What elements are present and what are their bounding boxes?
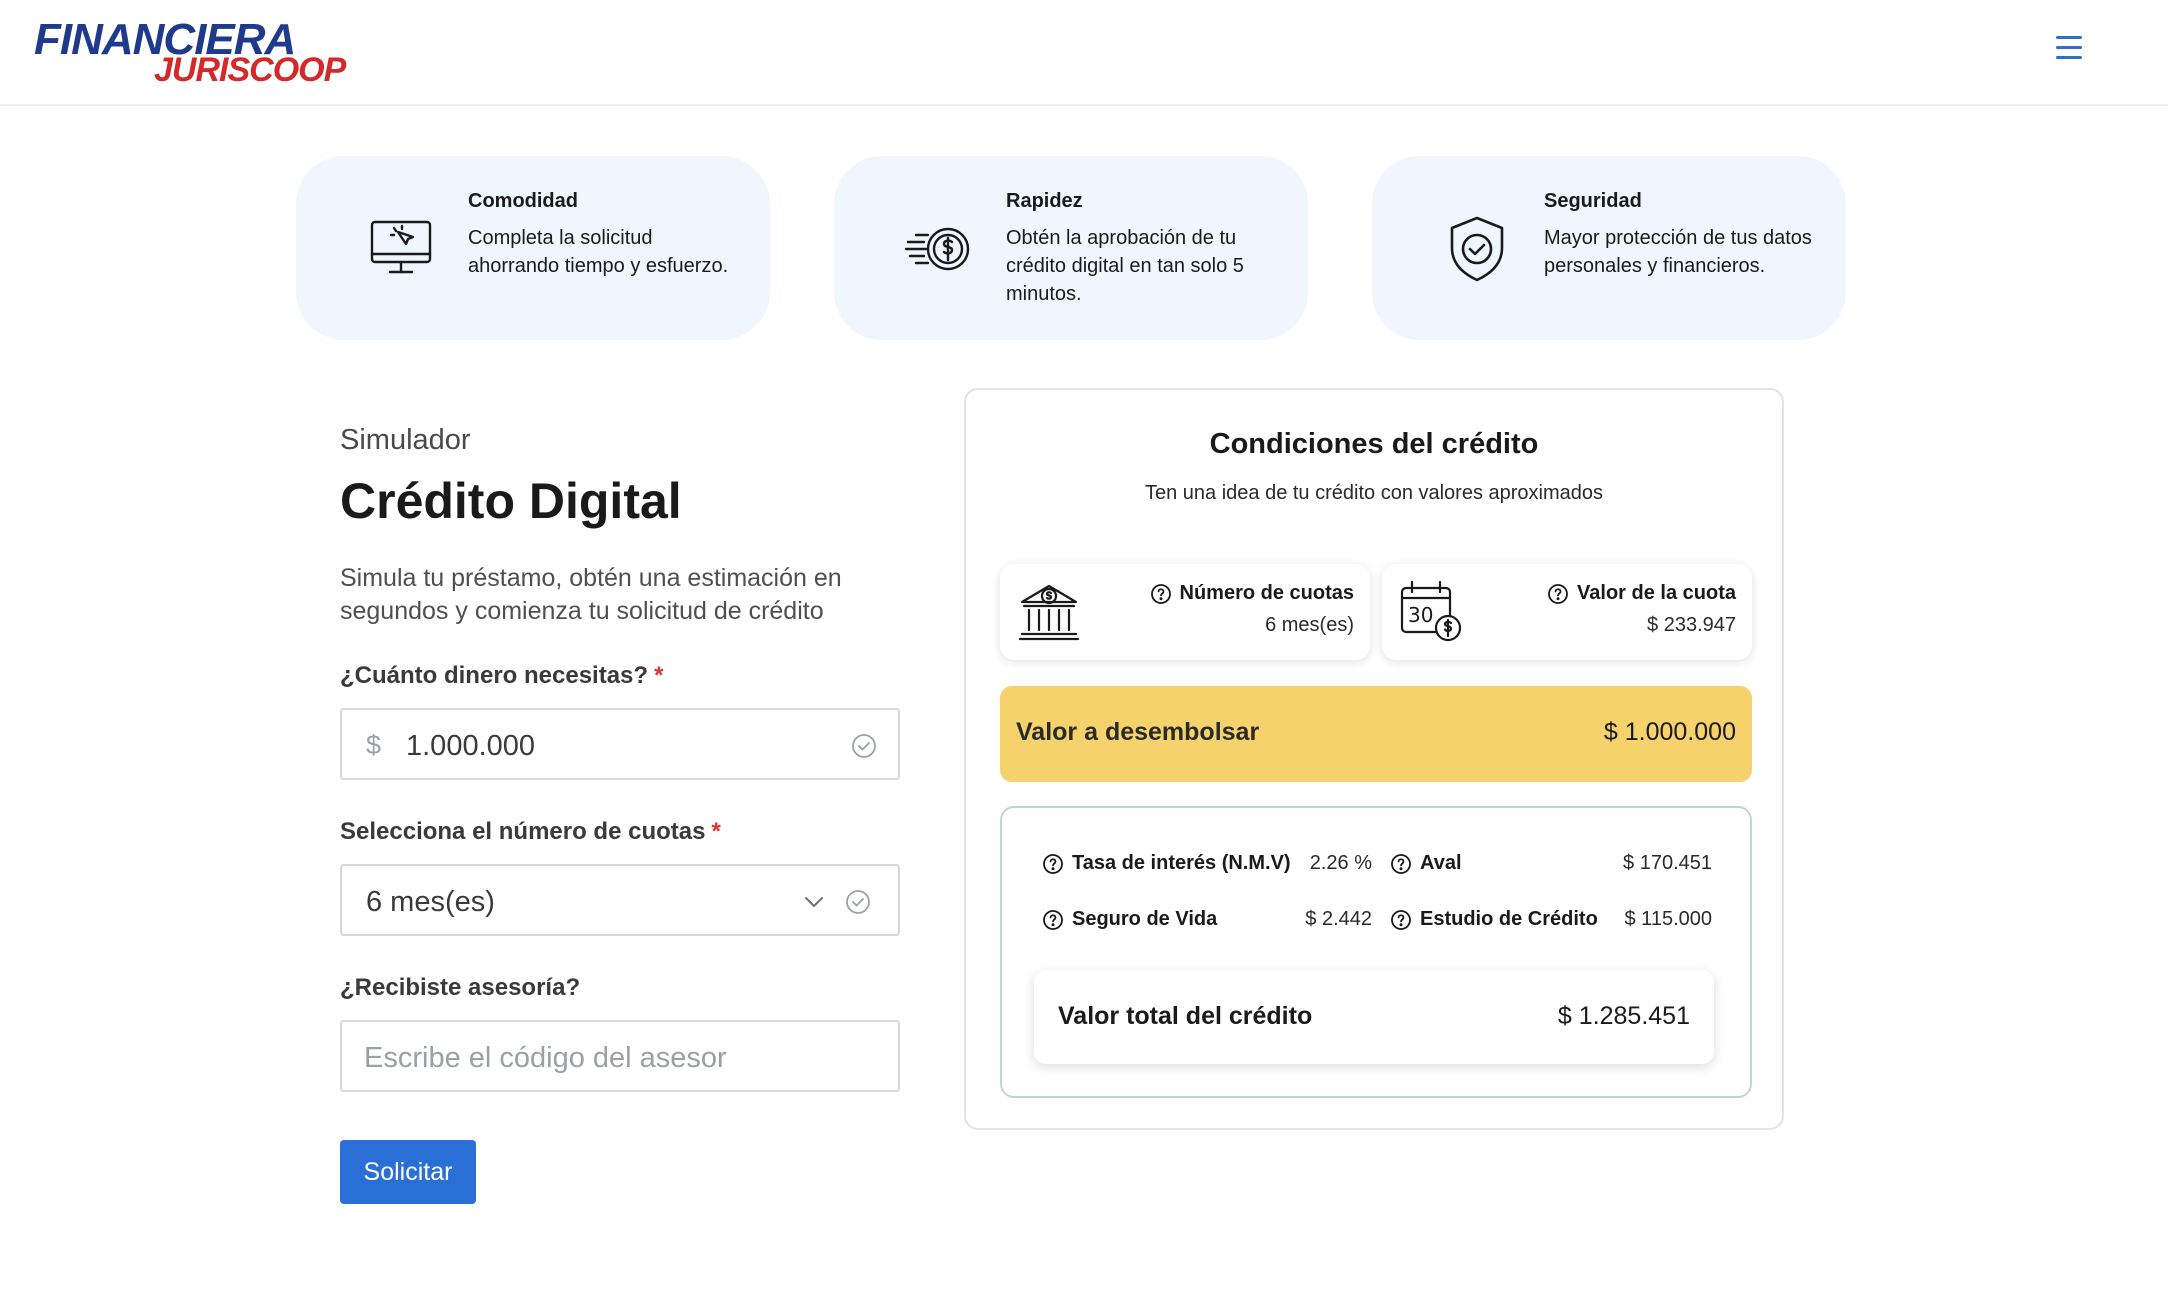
feature-text: Mayor protección de tus datos personales… — [1544, 227, 1812, 277]
section-eyebrow: Simulador — [340, 424, 471, 456]
amount-value[interactable]: 1.000.000 — [406, 730, 535, 763]
credit-study-label: Estudio de Crédito — [1390, 908, 1598, 931]
help-icon[interactable] — [1042, 909, 1064, 931]
panel-subtitle: Ten una idea de tu crédito con valores a… — [1144, 482, 1604, 504]
help-icon[interactable] — [1150, 583, 1172, 605]
calendar-coin-icon: 30 — [1400, 580, 1462, 642]
credit-study-label-text: Estudio de Crédito — [1420, 908, 1598, 930]
installment-value-label: Valor de la cuota — [1547, 582, 1736, 605]
advisor-code-input[interactable]: Escribe el código del asesor — [340, 1020, 900, 1092]
advisor-label: ¿Recibiste asesoría? — [340, 974, 581, 1001]
rate-label: Tasa de interés (N.M.V) — [1042, 852, 1291, 875]
life-insurance-value: $ 2.442 — [1305, 908, 1372, 930]
feature-text: Completa la solicitud ahorrando tiempo y… — [468, 227, 729, 277]
feature-card-comodidad: Comodidad Completa la solicitud ahorrand… — [296, 156, 770, 340]
installments-count-card: Número de cuotas 6 mes(es) — [1000, 564, 1370, 660]
feature-text: Obtén la aprobación de tu crédito digita… — [1006, 227, 1244, 305]
check-circle-icon — [846, 890, 870, 914]
feature-title: Comodidad — [468, 190, 578, 212]
installments-label-text: Selecciona el número de cuotas — [340, 818, 706, 845]
cost-breakdown: Tasa de interés (N.M.V) 2.26 % Aval $ 17… — [1000, 806, 1752, 1098]
fast-coin-icon — [904, 227, 970, 271]
menu-icon[interactable] — [2052, 30, 2088, 66]
installments-select[interactable]: 6 mes(es) — [340, 864, 900, 936]
help-icon[interactable] — [1042, 853, 1064, 875]
amount-field[interactable]: $ 1.000.000 — [340, 708, 900, 780]
installments-count-label-text: Número de cuotas — [1179, 582, 1354, 604]
currency-prefix: $ — [366, 730, 382, 760]
feature-card-rapidez: Rapidez Obtén la aprobación de tu crédit… — [834, 156, 1308, 340]
aval-value: $ 170.451 — [1623, 852, 1712, 874]
help-icon[interactable] — [1390, 853, 1412, 875]
installments-label: Selecciona el número de cuotas * — [340, 818, 721, 846]
brand-logo[interactable]: FINANCIERA JURISCOOP — [34, 18, 346, 89]
installment-value-card: 30 Valor de la cuota $ 233.947 — [1382, 564, 1752, 660]
installment-value-label-text: Valor de la cuota — [1577, 582, 1736, 604]
disburse-label: Valor a desembolsar — [1016, 718, 1260, 746]
installments-count-label: Número de cuotas — [1150, 582, 1354, 605]
amount-label-text: ¿Cuánto dinero necesitas? — [340, 662, 649, 689]
monitor-click-icon — [370, 220, 432, 274]
total-credit-card: Valor total del crédito $ 1.285.451 — [1034, 970, 1714, 1064]
rate-value: 2.26 % — [1309, 852, 1372, 874]
page-description: Simula tu préstamo, obtén una estimación… — [340, 564, 842, 625]
disburse-amount-banner: Valor a desembolsar $ 1.000.000 — [1000, 686, 1752, 782]
page-title: Crédito Digital — [340, 473, 682, 529]
life-insurance-label-text: Seguro de Vida — [1072, 908, 1218, 930]
bank-icon — [1018, 584, 1080, 641]
credit-study-value: $ 115.000 — [1624, 908, 1713, 930]
aval-label: Aval — [1390, 852, 1462, 875]
shield-check-icon — [1450, 216, 1504, 282]
brand-name-line2: JURISCOOP — [154, 51, 346, 89]
panel-title: Condiciones del crédito — [1209, 428, 1539, 460]
feature-title: Seguridad — [1544, 190, 1642, 212]
submit-button[interactable]: Solicitar — [340, 1140, 476, 1204]
svg-text:30: 30 — [1408, 603, 1433, 627]
installments-count-value: 6 mes(es) — [1265, 614, 1354, 636]
installment-value: $ 233.947 — [1647, 614, 1736, 636]
rate-label-text: Tasa de interés (N.M.V) — [1072, 852, 1291, 874]
installments-selected-value: 6 mes(es) — [366, 886, 495, 918]
top-header: FINANCIERA JURISCOOP — [0, 0, 2168, 106]
required-mark: * — [654, 662, 664, 689]
aval-label-text: Aval — [1420, 852, 1462, 874]
feature-title: Rapidez — [1006, 190, 1083, 212]
feature-card-seguridad: Seguridad Mayor protección de tus datos … — [1372, 156, 1846, 340]
help-icon[interactable] — [1390, 909, 1412, 931]
amount-label: ¿Cuánto dinero necesitas? * — [340, 662, 663, 690]
disburse-value: $ 1.000.000 — [1603, 718, 1736, 746]
chevron-down-icon[interactable] — [802, 890, 826, 914]
total-credit-label: Valor total del crédito — [1058, 1002, 1313, 1030]
credit-conditions-panel: Condiciones del crédito Ten una idea de … — [964, 388, 1784, 1130]
help-icon[interactable] — [1547, 583, 1569, 605]
advisor-code-placeholder: Escribe el código del asesor — [364, 1042, 727, 1074]
life-insurance-label: Seguro de Vida — [1042, 908, 1217, 931]
total-credit-value: $ 1.285.451 — [1557, 1002, 1690, 1030]
check-circle-icon — [852, 734, 876, 758]
required-mark: * — [711, 818, 721, 845]
